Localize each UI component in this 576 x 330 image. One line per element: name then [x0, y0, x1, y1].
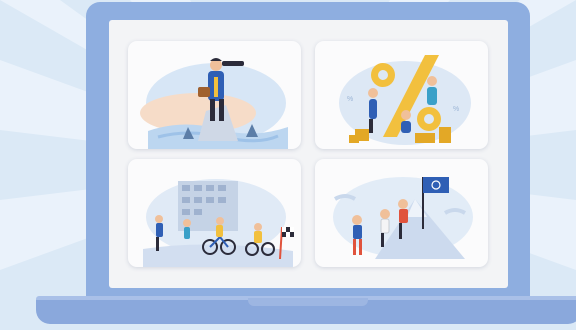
svg-text:%: %: [453, 106, 459, 113]
card-summit-teamwork: [315, 159, 488, 267]
summit-illustration: [333, 177, 473, 259]
lookout-illustration: [140, 58, 288, 149]
card-percent-team: % %: [315, 41, 488, 149]
laptop-screen: % %: [109, 20, 508, 288]
race-illustration: [143, 179, 294, 267]
telescope-icon: [222, 61, 244, 66]
laptop-notch: [248, 298, 368, 306]
card-lookout-businessman: [128, 41, 301, 149]
svg-text:%: %: [347, 96, 353, 103]
percent-illustration: % %: [339, 55, 471, 145]
card-race-to-finish: [128, 159, 301, 267]
